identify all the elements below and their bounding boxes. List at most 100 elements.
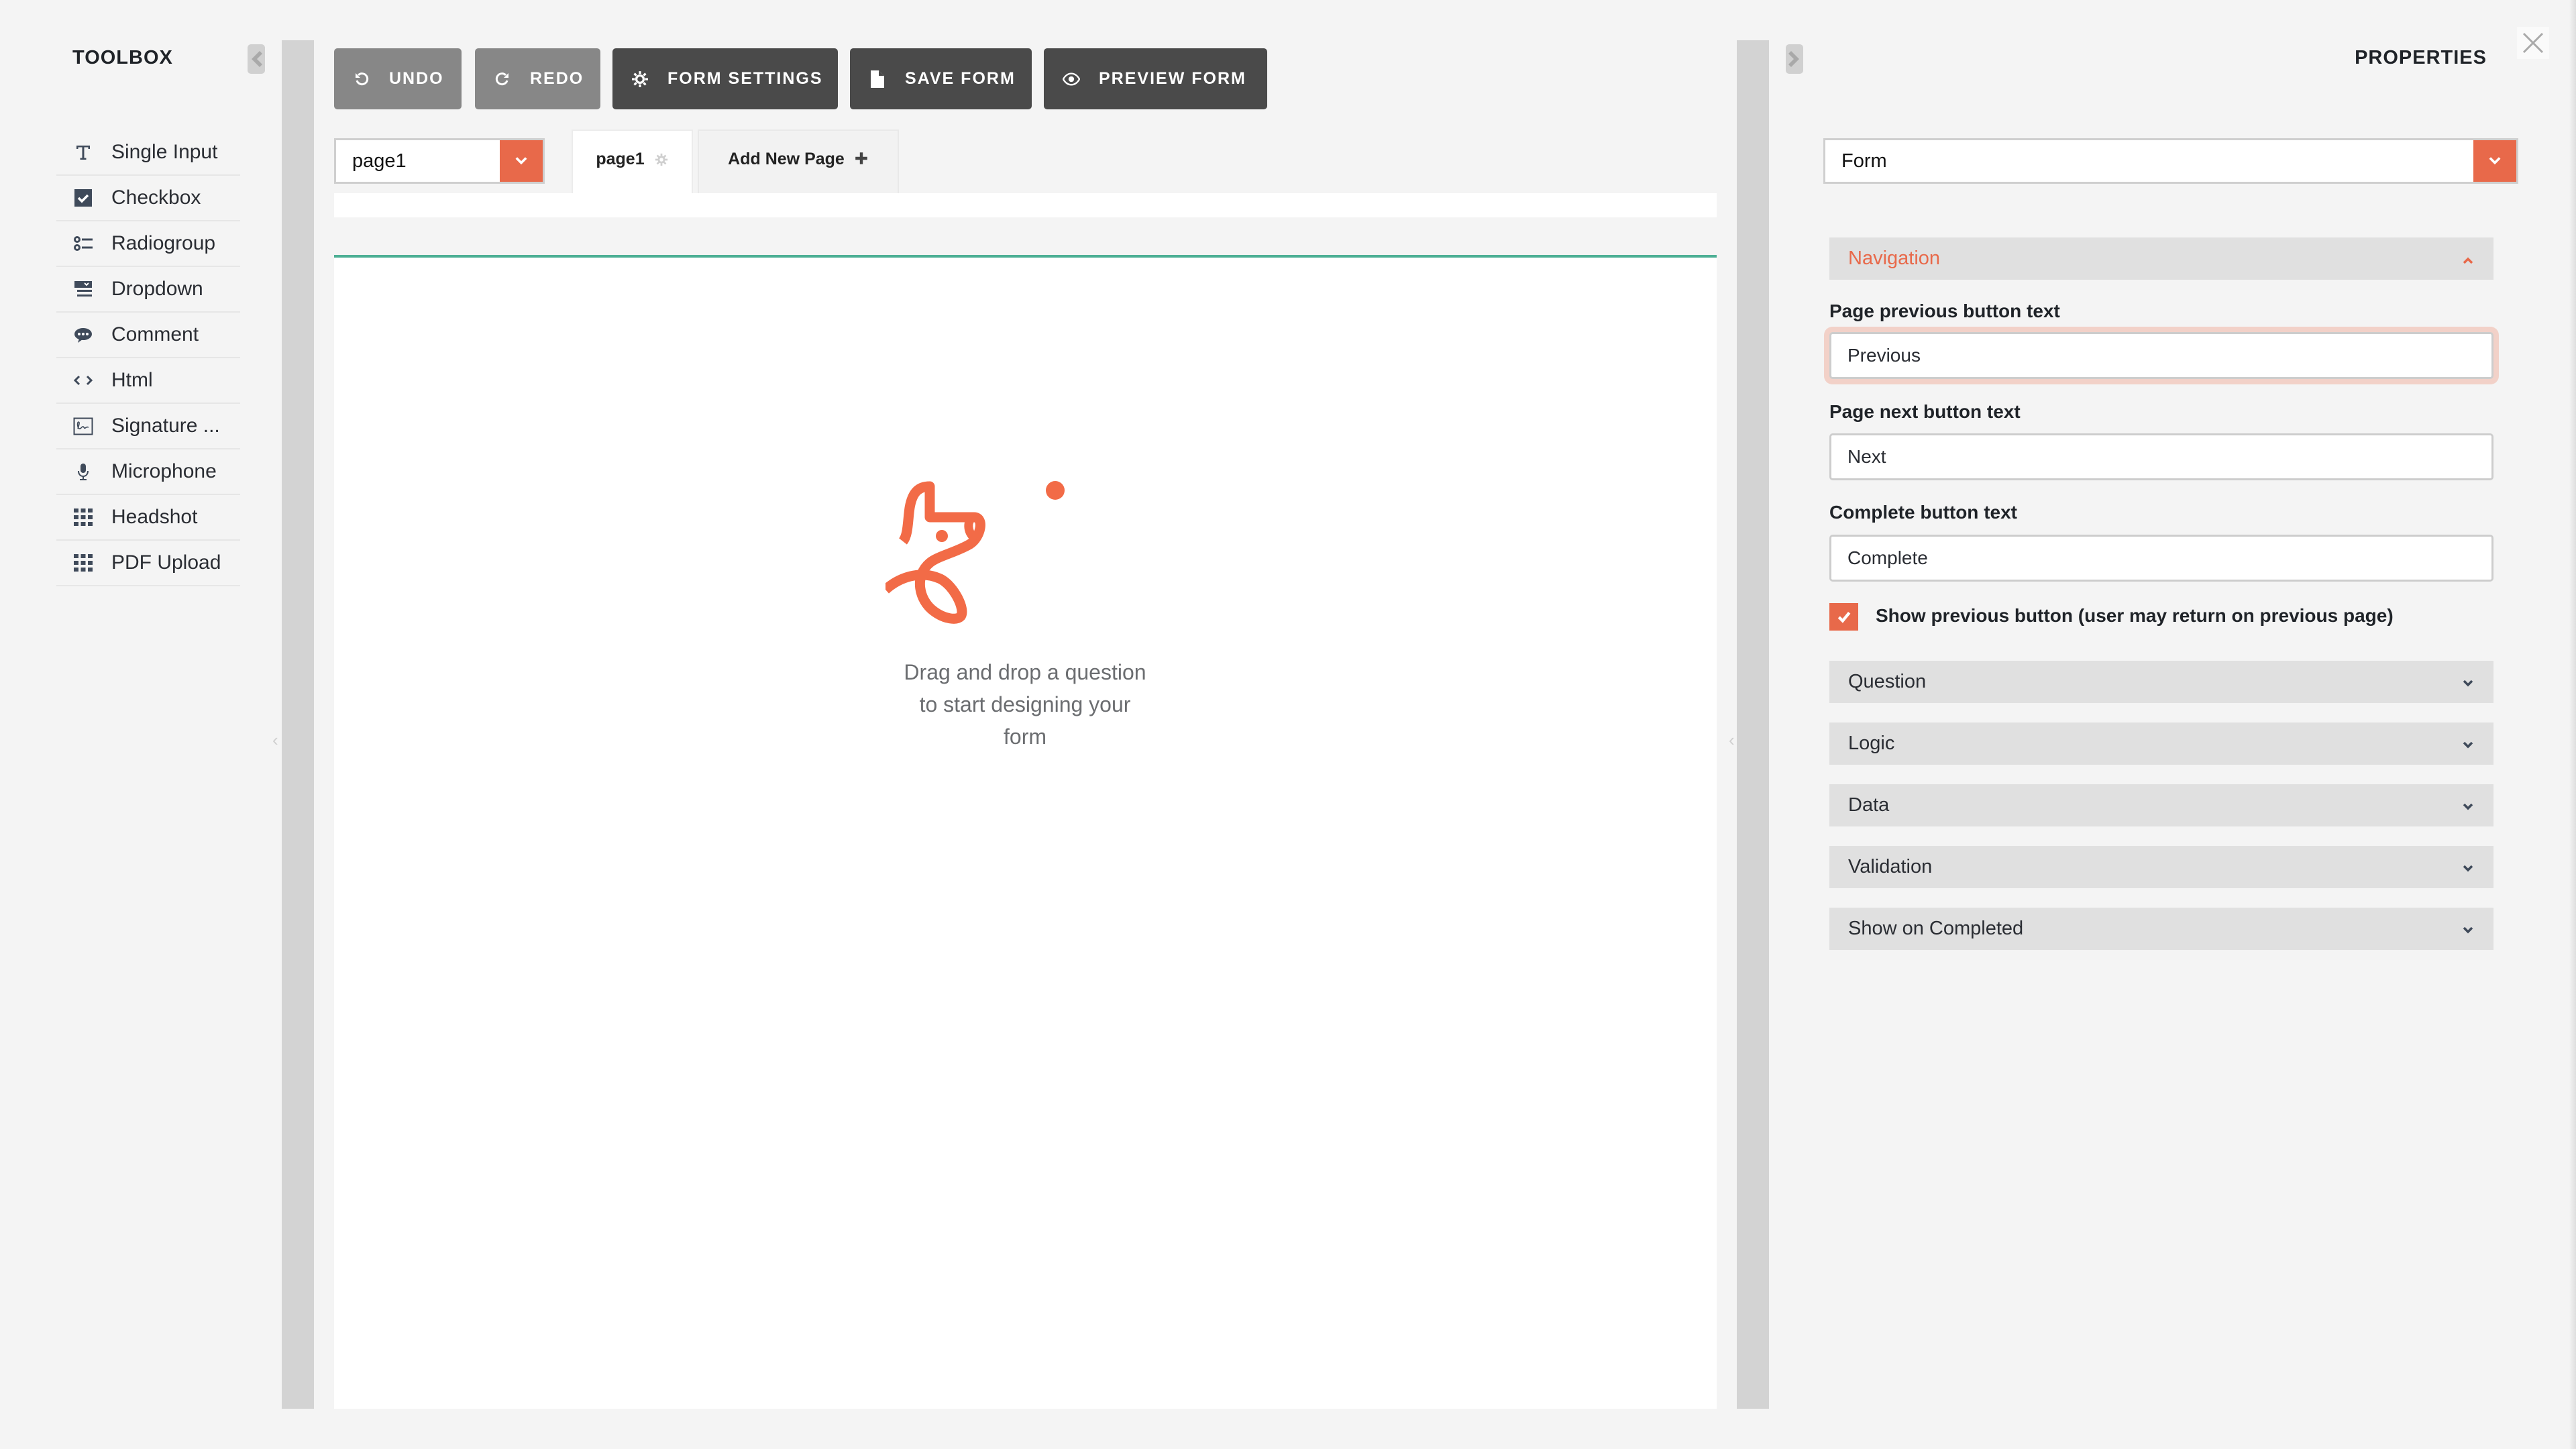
toolbox-item-pdf-upload[interactable]: PDF Upload <box>56 541 240 586</box>
gear-icon[interactable] <box>654 152 669 172</box>
comment-icon <box>55 324 111 345</box>
tab-page1-label: page1 <box>596 150 645 168</box>
empty-line-2: to start designing your <box>919 692 1131 716</box>
redo-icon <box>494 70 511 89</box>
section-logic-label: Logic <box>1848 733 1895 754</box>
properties-title: PROPERTIES <box>2355 47 2487 68</box>
add-new-page-tab[interactable]: Add New Page <box>698 129 899 194</box>
preview-form-label: PREVIEW FORM <box>1099 69 1246 88</box>
toolbox-item-signature[interactable]: Signature ... <box>56 404 240 449</box>
toolbox-item-checkbox[interactable]: Checkbox <box>56 176 240 221</box>
section-validation[interactable]: Validation <box>1829 846 2493 888</box>
toolbox-item-label: Signature ... <box>111 415 220 437</box>
section-validation-label: Validation <box>1848 856 1933 877</box>
plus-icon <box>854 151 869 170</box>
section-logic[interactable]: Logic <box>1829 722 2493 765</box>
add-new-page-label: Add New Page <box>728 150 845 168</box>
next-button-text-label: Page next button text <box>1829 401 2021 422</box>
chevron-up-icon <box>2463 248 2473 270</box>
chevron-down-icon <box>2463 856 2473 878</box>
toolbox-item-dropdown[interactable]: Dropdown <box>56 267 240 313</box>
toolbox-item-html[interactable]: Html <box>56 358 240 404</box>
text-icon <box>55 142 111 163</box>
section-show-on-completed-label: Show on Completed <box>1848 918 2024 939</box>
toolbox-collapse-button[interactable] <box>248 44 265 74</box>
chevron-down-icon <box>2463 918 2473 940</box>
toolbox-title: TOOLBOX <box>72 47 173 68</box>
chevron-down-icon <box>2463 733 2473 755</box>
object-select[interactable]: Form <box>1823 138 2518 184</box>
redo-label: REDO <box>530 69 584 88</box>
close-button[interactable] <box>2517 27 2549 59</box>
left-panel-splitter[interactable] <box>282 40 314 1409</box>
toolbox-item-comment[interactable]: Comment <box>56 313 240 358</box>
check-icon <box>1837 611 1850 623</box>
chevron-down-icon <box>2463 671 2473 693</box>
next-button-text-input[interactable] <box>1829 433 2493 480</box>
page-header-strip <box>334 193 1717 217</box>
properties-collapse-button[interactable] <box>1786 44 1803 74</box>
redo-button[interactable]: REDO <box>475 48 600 109</box>
show-previous-label: Show previous button (user may return on… <box>1876 605 2394 626</box>
show-previous-checkbox[interactable] <box>1829 603 1858 631</box>
section-show-on-completed[interactable]: Show on Completed <box>1829 908 2493 950</box>
undo-label: UNDO <box>389 69 444 88</box>
chevron-left-icon <box>252 51 262 67</box>
toolbox-item-single-input[interactable]: Single Input <box>56 130 240 176</box>
form-settings-button[interactable]: FORM SETTINGS <box>612 48 838 109</box>
section-navigation[interactable]: Navigation <box>1829 237 2493 280</box>
chevron-left-icon: ‹ <box>1729 730 1735 750</box>
complete-button-text-label: Complete button text <box>1829 502 2017 523</box>
toolbox-item-headshot[interactable]: Headshot <box>56 495 240 541</box>
preview-form-button[interactable]: PREVIEW FORM <box>1044 48 1267 109</box>
object-select-value: Form <box>1841 150 1887 172</box>
section-navigation-label: Navigation <box>1848 248 1941 269</box>
toolbox-list: Single Input Checkbox Radiogroup Dropdow… <box>56 130 240 586</box>
toolbox-item-label: Comment <box>111 323 199 345</box>
checkbox-icon <box>55 187 111 209</box>
undo-button[interactable]: UNDO <box>334 48 462 109</box>
section-data[interactable]: Data <box>1829 784 2493 826</box>
microphone-icon <box>55 461 111 482</box>
design-canvas[interactable] <box>334 258 1717 1409</box>
toolbox-item-radiogroup[interactable]: Radiogroup <box>56 221 240 267</box>
grid-icon <box>55 506 111 528</box>
prev-button-text-input[interactable] <box>1829 332 2493 379</box>
chevron-down-icon <box>500 140 543 182</box>
signature-icon <box>55 415 111 437</box>
close-icon <box>2522 32 2544 54</box>
empty-line-3: form <box>1004 724 1046 749</box>
save-form-label: SAVE FORM <box>905 69 1016 88</box>
eye-icon <box>1063 70 1080 89</box>
section-question[interactable]: Question <box>1829 661 2493 703</box>
toolbox-item-label: Html <box>111 369 153 391</box>
save-form-button[interactable]: SAVE FORM <box>850 48 1032 109</box>
empty-canvas-message: Drag and drop a question to start design… <box>859 656 1191 753</box>
toolbox-item-label: Single Input <box>111 141 218 163</box>
complete-button-text-input[interactable] <box>1829 535 2493 582</box>
toolbox-item-label: Microphone <box>111 460 217 482</box>
tab-page1[interactable]: page1 <box>572 129 693 194</box>
prev-button-text-label: Page previous button text <box>1829 301 2060 321</box>
gear-icon <box>631 70 649 89</box>
radiogroup-icon <box>55 233 111 254</box>
toolbox-item-microphone[interactable]: Microphone <box>56 449 240 495</box>
toolbox-item-label: Radiogroup <box>111 232 216 254</box>
window-edge <box>2569 0 2576 1449</box>
chevron-left-icon: ‹ <box>272 730 278 750</box>
file-icon <box>869 70 886 89</box>
dropdown-icon <box>55 278 111 300</box>
toolbox-item-label: Headshot <box>111 506 198 528</box>
code-icon <box>55 370 111 391</box>
chevron-down-icon <box>2473 140 2516 182</box>
page-select[interactable]: page1 <box>334 138 545 184</box>
section-data-label: Data <box>1848 794 1890 816</box>
toolbox-item-label: Dropdown <box>111 278 203 300</box>
right-panel-splitter[interactable] <box>1737 40 1769 1409</box>
chevron-down-icon <box>2463 794 2473 816</box>
grid-icon <box>55 552 111 574</box>
section-question-label: Question <box>1848 671 1927 692</box>
form-settings-label: FORM SETTINGS <box>667 69 823 88</box>
dog-illustration-icon <box>885 481 1065 624</box>
empty-line-1: Drag and drop a question <box>904 660 1146 684</box>
